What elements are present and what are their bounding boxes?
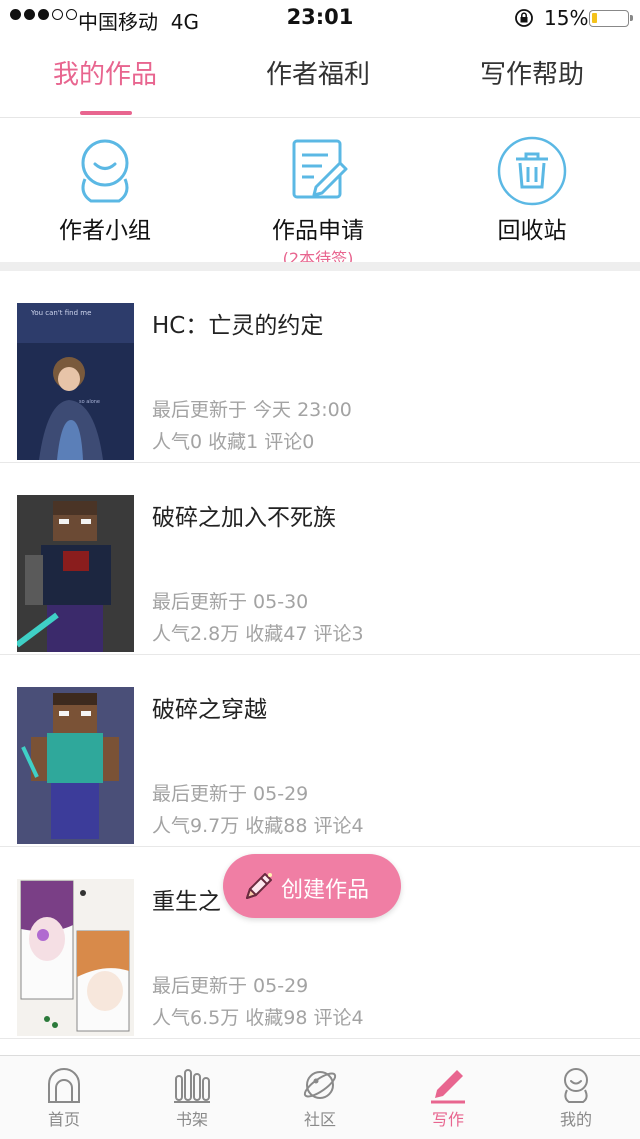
tab-author-benefits[interactable]: 作者福利	[218, 54, 418, 91]
author-group-button[interactable]: 作者小组	[5, 119, 205, 245]
work-updated: 最后更新于 05-29	[152, 783, 309, 805]
work-stats: 人气2.8万 收藏47 评论3	[152, 623, 364, 645]
works-list: You can't find me so alone HC：亡灵的约定 最后更新…	[0, 271, 640, 1039]
battery-percent: 15%	[544, 6, 589, 30]
work-updated: 最后更新于 今天 23:00	[152, 399, 352, 421]
tab-my-works[interactable]: 我的作品	[5, 54, 205, 91]
create-work-label: 创建作品	[281, 878, 370, 903]
application-label: 作品申请	[272, 218, 364, 244]
work-updated: 最后更新于 05-30	[152, 591, 309, 613]
work-updated: 最后更新于 05-29	[152, 975, 309, 997]
nav-profile[interactable]: 我的	[512, 1056, 640, 1139]
nav-write-label: 写作	[431, 1110, 464, 1129]
rotation-lock-icon	[515, 9, 533, 27]
book-cover	[17, 879, 134, 1036]
nav-home-label: 首页	[47, 1110, 80, 1129]
create-work-button[interactable]: 创建作品	[223, 854, 401, 918]
top-tab-bar: 我的作品 作者福利 写作帮助	[0, 36, 640, 118]
nav-bookshelf-label: 书架	[175, 1110, 208, 1129]
work-item[interactable]: You can't find me so alone HC：亡灵的约定 最后更新…	[0, 271, 640, 463]
work-stats: 人气9.7万 收藏88 评论4	[152, 815, 364, 837]
nav-bookshelf[interactable]: 书架	[128, 1056, 256, 1139]
trash-icon	[497, 136, 567, 206]
status-bar: 中国移动 4G 23:01 15%	[0, 0, 640, 36]
nav-community-label: 社区	[303, 1110, 336, 1129]
book-cover	[17, 495, 134, 652]
nav-profile-label: 我的	[559, 1110, 592, 1129]
work-item[interactable]: 破碎之穿越 最后更新于 05-29 人气9.7万 收藏88 评论4	[0, 655, 640, 847]
bottom-nav: 首页 书架 社区 写作 我的	[0, 1055, 640, 1139]
recycle-bin-button[interactable]: 回收站	[432, 119, 632, 245]
write-icon	[431, 1070, 465, 1104]
planet-icon	[303, 1071, 337, 1099]
work-title: 破碎之加入不死族	[152, 505, 336, 531]
nav-home[interactable]: 首页	[0, 1056, 128, 1139]
author-group-label: 作者小组	[59, 218, 151, 244]
work-title: 重生之	[152, 889, 221, 915]
work-stats: 人气6.5万 收藏98 评论4	[152, 1007, 364, 1029]
section-divider	[0, 262, 640, 271]
book-cover: You can't find me so alone	[17, 303, 134, 460]
tab-writing-help[interactable]: 写作帮助	[432, 54, 632, 91]
work-item[interactable]: 破碎之加入不死族 最后更新于 05-30 人气2.8万 收藏47 评论3	[0, 463, 640, 655]
profile-icon	[564, 1068, 588, 1103]
work-title: 破碎之穿越	[152, 697, 267, 723]
book-cover	[17, 687, 134, 844]
bookshelf-icon	[174, 1069, 210, 1103]
quick-actions: 作者小组 作品申请 (2本待签) 回收站	[0, 119, 640, 268]
application-icon	[292, 139, 348, 199]
home-icon	[48, 1068, 80, 1103]
work-title: HC：亡灵的约定	[152, 313, 324, 339]
recycle-bin-label: 回收站	[497, 218, 567, 244]
active-tab-indicator	[80, 111, 132, 115]
author-group-icon	[81, 139, 129, 203]
nav-community[interactable]: 社区	[256, 1056, 384, 1139]
work-stats: 人气0 收藏1 评论0	[152, 431, 315, 453]
pencil-icon	[246, 873, 272, 899]
nav-write[interactable]: 写作	[384, 1056, 512, 1139]
svg-text:so alone: so alone	[79, 399, 100, 405]
battery-icon	[589, 10, 633, 27]
application-button[interactable]: 作品申请 (2本待签)	[218, 119, 418, 269]
svg-text:You can't find me: You can't find me	[30, 309, 91, 317]
